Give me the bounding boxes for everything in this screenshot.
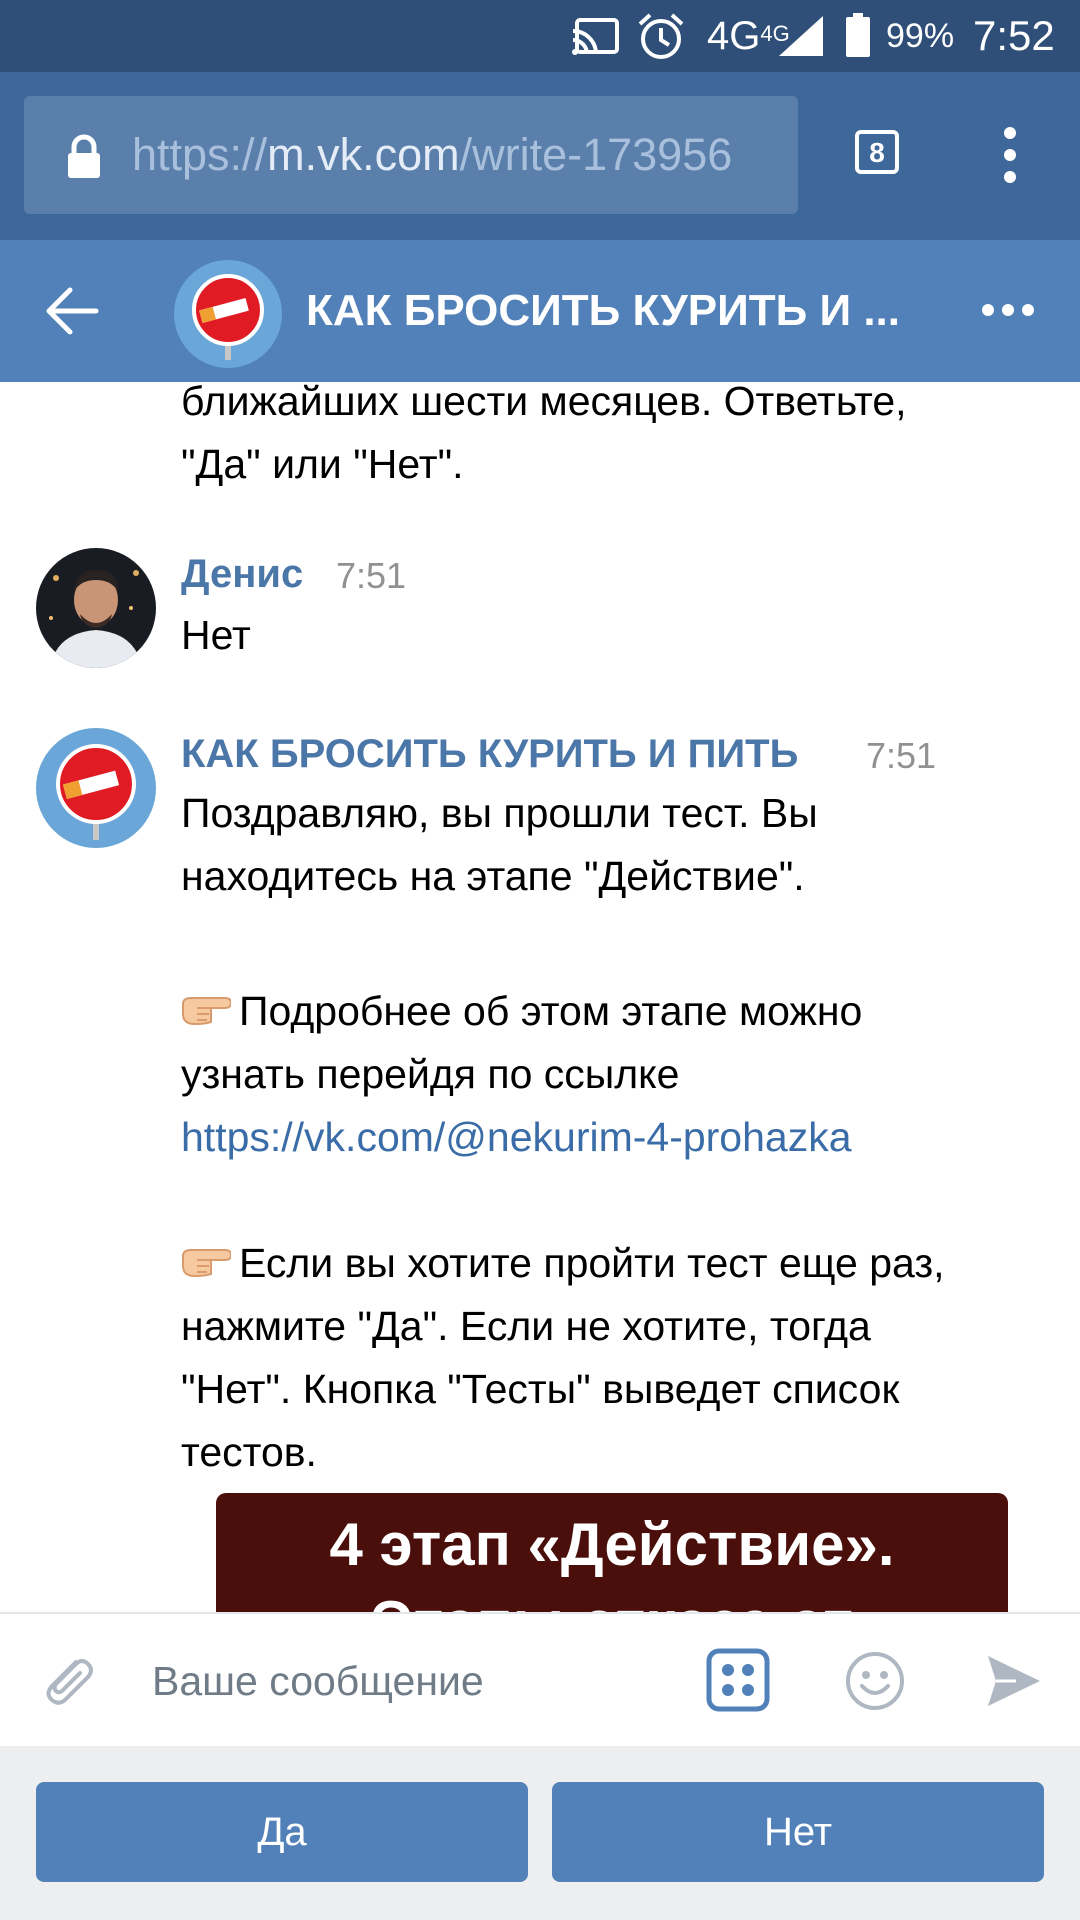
- link-preview-card[interactable]: 4 этап «Действие». Этапы отказа от: [216, 1493, 1008, 1612]
- chat-title[interactable]: КАК БРОСИТЬ КУРИТЬ И ...: [306, 278, 926, 344]
- url-text[interactable]: https://m.vk.com/write-173956: [132, 124, 792, 186]
- smile-icon[interactable]: [844, 1650, 906, 1712]
- community-avatar[interactable]: [36, 728, 156, 848]
- lock-icon: [68, 134, 100, 178]
- more-horizontal-icon[interactable]: [980, 300, 1036, 320]
- article-link[interactable]: https://vk.com/@nekurim-4-prohazka: [181, 1106, 1061, 1169]
- signal-icon: [779, 16, 823, 56]
- paperclip-icon[interactable]: [36, 1648, 100, 1712]
- back-arrow-icon[interactable]: [44, 286, 100, 336]
- cast-icon: [572, 18, 619, 55]
- alarm-icon: [638, 13, 684, 59]
- clock: 7:52: [973, 12, 1055, 59]
- user-avatar[interactable]: [36, 548, 156, 668]
- reply-yes-button[interactable]: Да: [36, 1782, 528, 1882]
- message-time: 7:51: [866, 735, 937, 776]
- message-composer: [0, 1612, 1080, 1746]
- community-avatar[interactable]: [174, 260, 282, 368]
- backhand-index-pointing-right-icon: [182, 1249, 231, 1278]
- bot-keyboard: Да Нет: [0, 1746, 1080, 1920]
- message-paragraph: Если вы хотите пройти тест еще раз, нажм…: [181, 1240, 945, 1475]
- browser-toolbar: https://m.vk.com/write-173956 8: [0, 72, 1080, 240]
- previous-message-text: ближайших шести месяцев. Ответьте, "Да" …: [181, 382, 907, 487]
- tabs-icon[interactable]: 8: [855, 130, 899, 174]
- chat-header: КАК БРОСИТЬ КУРИТЬ И ...: [0, 240, 1080, 382]
- message-paragraph: Подробнее об этом этапе можно узнать пер…: [181, 988, 863, 1097]
- link-preview-title: 4 этап «Действие».: [329, 1511, 895, 1578]
- message-time: 7:51: [336, 555, 407, 596]
- message-paragraph: Поздравляю, вы прошли тест. Вы находитес…: [181, 790, 818, 899]
- reply-no-button[interactable]: Нет: [552, 1782, 1044, 1882]
- battery-icon: [846, 13, 870, 57]
- link-preview-subtitle: Этапы отказа от: [216, 1585, 1008, 1612]
- message-author[interactable]: Денис: [181, 546, 303, 602]
- message-history[interactable]: ближайших шести месяцев. Ответьте, "Да" …: [0, 382, 1080, 1612]
- message-text: Нет: [181, 612, 251, 658]
- address-bar[interactable]: https://m.vk.com/write-173956: [24, 96, 798, 214]
- message-paragraph-block: Если вы хотите пройти тест еще раз, нажм…: [181, 1232, 1061, 1484]
- send-icon[interactable]: [986, 1654, 1042, 1708]
- message-author[interactable]: КАК БРОСИТЬ КУРИТЬ И ПИТЬ: [181, 726, 798, 782]
- more-vertical-icon[interactable]: [996, 124, 1024, 186]
- bot-keyboard-icon[interactable]: [706, 1648, 770, 1712]
- backhand-index-pointing-right-icon: [182, 997, 231, 1026]
- battery-percent: 99%: [886, 17, 955, 55]
- message-paragraph-block: Подробнее об этом этапе можно узнать пер…: [181, 980, 1061, 1169]
- message-input[interactable]: [150, 1636, 674, 1726]
- status-bar: 4G4G 99% 7:52: [0, 0, 1080, 72]
